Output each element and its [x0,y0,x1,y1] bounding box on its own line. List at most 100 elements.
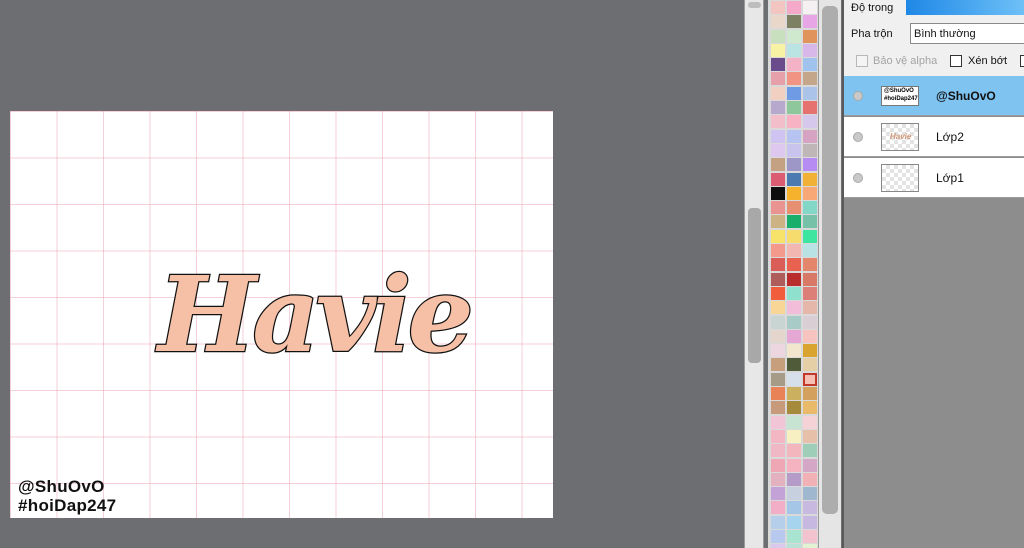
color-swatch[interactable] [803,86,817,100]
color-swatch[interactable] [771,372,785,386]
color-swatch[interactable] [771,429,785,443]
visibility-toggle-icon[interactable] [853,173,863,183]
color-swatch[interactable] [771,115,785,129]
color-swatch[interactable] [803,29,817,43]
color-swatch[interactable] [787,487,801,501]
color-swatch[interactable] [787,272,801,286]
color-swatch[interactable] [771,286,785,300]
color-swatch[interactable] [787,186,801,200]
color-swatch[interactable] [803,387,817,401]
color-swatch[interactable] [803,129,817,143]
color-swatch[interactable] [771,101,785,115]
color-swatch[interactable] [803,344,817,358]
color-swatch[interactable] [787,115,801,129]
color-swatch[interactable] [787,544,801,548]
layer-row-lop1[interactable]: Lớp1 [844,158,1024,198]
color-swatch[interactable] [787,201,801,215]
color-swatch[interactable] [787,58,801,72]
color-swatch[interactable] [803,215,817,229]
extra-option-checkbox[interactable] [1020,55,1024,67]
palette-scroll-thumb[interactable] [748,208,761,363]
color-swatch[interactable] [787,415,801,429]
color-swatch[interactable] [787,529,801,543]
color-swatch[interactable] [787,401,801,415]
color-swatch[interactable] [787,429,801,443]
color-swatch[interactable] [787,172,801,186]
color-swatch[interactable] [803,415,817,429]
color-swatch[interactable] [771,229,785,243]
color-swatch[interactable] [771,143,785,157]
color-swatch[interactable] [803,515,817,529]
color-swatch[interactable] [771,515,785,529]
color-swatch[interactable] [771,258,785,272]
color-swatch[interactable] [803,186,817,200]
color-swatch[interactable] [787,215,801,229]
color-swatch[interactable] [771,129,785,143]
clipping-checkbox[interactable] [950,55,962,67]
visibility-toggle-icon[interactable] [853,132,863,142]
color-swatch[interactable] [771,272,785,286]
color-swatch[interactable] [803,286,817,300]
color-swatch[interactable] [803,58,817,72]
color-swatch[interactable] [787,86,801,100]
color-swatch[interactable] [787,372,801,386]
color-swatch[interactable] [803,201,817,215]
color-swatch[interactable] [803,158,817,172]
color-swatch[interactable] [803,329,817,343]
color-swatch[interactable] [803,358,817,372]
color-swatch[interactable] [787,286,801,300]
color-swatch[interactable] [803,272,817,286]
color-swatch[interactable] [787,472,801,486]
color-swatch[interactable] [771,158,785,172]
color-swatch[interactable] [787,344,801,358]
color-swatch[interactable] [771,72,785,86]
color-swatch[interactable] [771,472,785,486]
color-swatch[interactable] [787,458,801,472]
color-swatch[interactable] [803,101,817,115]
blend-mode-select[interactable]: Bình thường [910,23,1024,44]
color-swatch[interactable] [771,444,785,458]
color-swatch[interactable] [787,1,801,14]
color-swatch[interactable] [803,529,817,543]
color-swatch[interactable] [787,72,801,86]
color-swatch[interactable] [787,358,801,372]
color-swatch[interactable] [787,158,801,172]
color-swatch[interactable] [803,401,817,415]
color-swatch[interactable] [771,501,785,515]
color-swatch[interactable] [803,315,817,329]
visibility-toggle-icon[interactable] [853,91,863,101]
color-swatch[interactable] [803,229,817,243]
color-swatch[interactable] [771,29,785,43]
color-swatch[interactable] [803,72,817,86]
color-swatch[interactable] [803,544,817,548]
color-swatch[interactable] [771,15,785,29]
color-swatch[interactable] [803,444,817,458]
color-swatch[interactable] [803,429,817,443]
color-swatch[interactable] [787,129,801,143]
color-swatch[interactable] [803,1,817,14]
color-swatch[interactable] [787,143,801,157]
color-swatch[interactable] [771,244,785,258]
color-swatch[interactable] [803,43,817,57]
color-swatch[interactable] [803,372,817,386]
color-swatch[interactable] [803,143,817,157]
color-swatch[interactable] [771,329,785,343]
color-swatch[interactable] [787,387,801,401]
color-swatch[interactable] [803,172,817,186]
color-swatch[interactable] [803,472,817,486]
color-swatch[interactable] [771,544,785,548]
color-swatch[interactable] [771,415,785,429]
color-swatch[interactable] [771,43,785,57]
color-swatch[interactable] [771,58,785,72]
color-swatch[interactable] [803,115,817,129]
color-swatch[interactable] [787,301,801,315]
color-swatch[interactable] [771,315,785,329]
color-swatch[interactable] [787,29,801,43]
color-swatch[interactable] [787,229,801,243]
color-swatch[interactable] [803,501,817,515]
layers-scroll-thumb[interactable] [822,6,838,514]
color-swatch[interactable] [771,215,785,229]
color-swatch[interactable] [787,43,801,57]
color-swatch[interactable] [787,15,801,29]
color-swatch[interactable] [771,344,785,358]
